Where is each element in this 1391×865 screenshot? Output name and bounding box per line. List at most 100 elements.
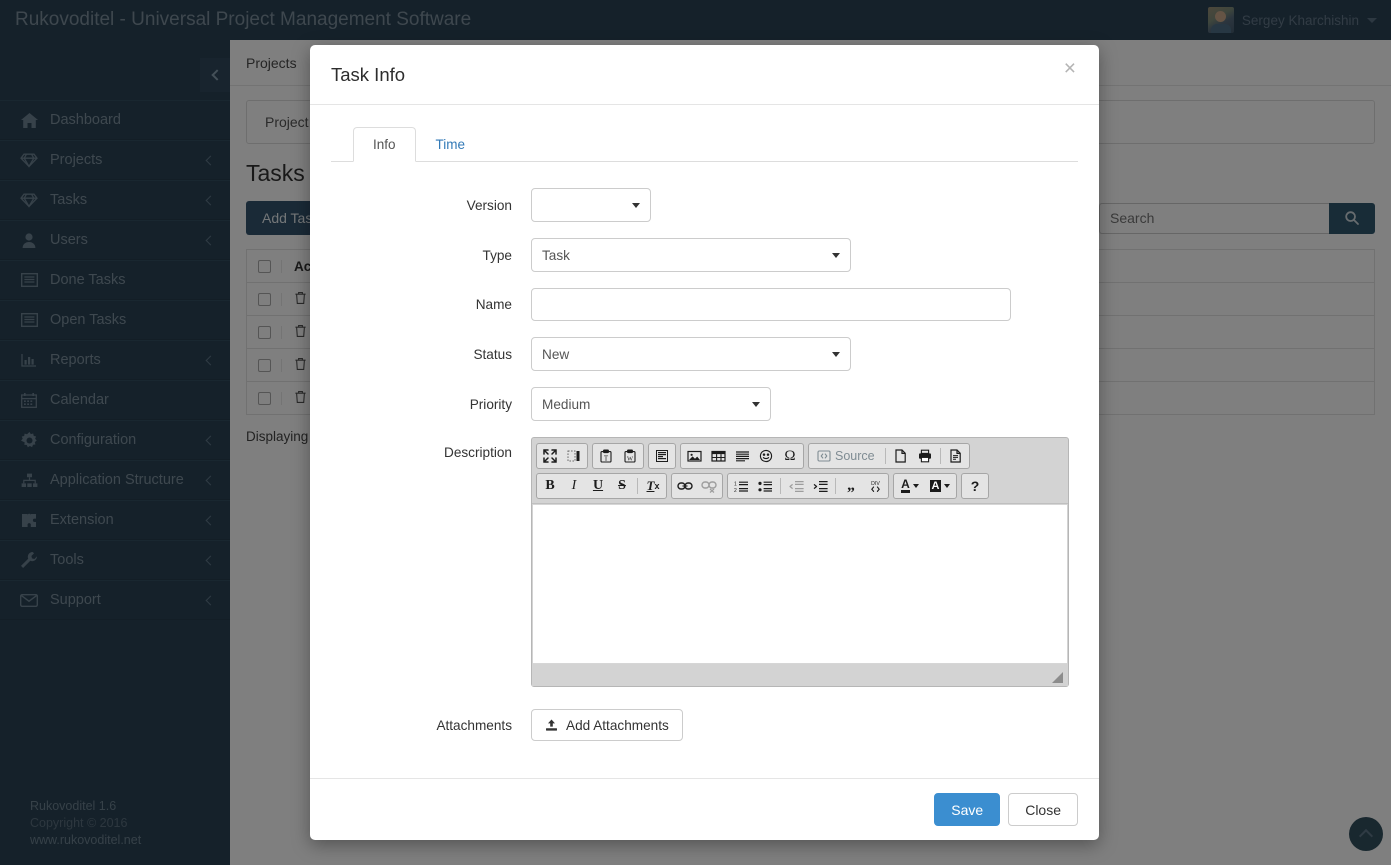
remove-format-icon[interactable]: Tx	[641, 475, 665, 497]
dialog-tabs: InfoTime	[331, 127, 1078, 162]
toolbar-separator	[835, 478, 836, 494]
italic-icon[interactable]: I	[562, 475, 586, 497]
field-row-status: Status New	[331, 337, 1078, 371]
status-label: Status	[331, 347, 531, 362]
new-page-icon[interactable]	[889, 445, 913, 467]
app-root: Rukovoditel - Universal Project Manageme…	[0, 0, 1391, 865]
description-label: Description	[331, 437, 531, 460]
image-icon[interactable]	[682, 445, 706, 467]
status-select[interactable]: New	[531, 337, 851, 371]
upload-icon	[545, 719, 558, 732]
svg-text:DIV: DIV	[871, 481, 880, 487]
resize-handle[interactable]	[1052, 672, 1063, 683]
version-select[interactable]	[531, 188, 651, 222]
indent-icon[interactable]	[808, 475, 832, 497]
toolbar-separator	[885, 448, 886, 464]
templates-icon[interactable]	[650, 445, 674, 467]
editor-footer	[532, 664, 1068, 686]
underline-icon[interactable]: U	[586, 475, 610, 497]
tab-info[interactable]: Info	[353, 127, 416, 162]
field-row-priority: Priority Medium	[331, 387, 1078, 421]
priority-label: Priority	[331, 397, 531, 412]
version-label: Version	[331, 198, 531, 213]
svg-text:1: 1	[734, 481, 737, 487]
toolgroup-document-view	[536, 443, 588, 469]
dialog-body: InfoTime Version Type Task	[310, 105, 1099, 778]
text-color-icon[interactable]: A	[895, 475, 925, 497]
toolbar-separator	[780, 478, 781, 494]
priority-select[interactable]: Medium	[531, 387, 771, 421]
field-row-attachments: Attachments Add Attachments	[331, 709, 1078, 741]
priority-value: Medium	[542, 397, 752, 412]
bold-icon[interactable]: B	[538, 475, 562, 497]
dialog-title: Task Info	[331, 64, 405, 86]
add-attachments-label: Add Attachments	[566, 718, 669, 733]
svg-text:2: 2	[734, 488, 737, 493]
type-label: Type	[331, 248, 531, 263]
create-div-icon[interactable]: DIV	[863, 475, 887, 497]
toolgroup-basicstyles: B I U S Tx	[536, 473, 667, 499]
chevron-down-icon	[632, 203, 640, 208]
toolgroup-links	[671, 473, 723, 499]
bg-color-icon[interactable]: A	[925, 475, 955, 497]
editor-toolbar-row-2: B I U S Tx	[536, 473, 1064, 499]
task-info-dialog: Task Info × InfoTime Version Type	[310, 45, 1099, 840]
attachments-label: Attachments	[331, 718, 531, 733]
unlink-icon[interactable]	[697, 475, 721, 497]
paste-text-icon[interactable]: T	[594, 445, 618, 467]
add-attachments-button[interactable]: Add Attachments	[531, 709, 683, 741]
source-label: Source	[835, 449, 875, 463]
smiley-icon[interactable]	[754, 445, 778, 467]
strikethrough-icon[interactable]: S	[610, 475, 634, 497]
blockquote-icon[interactable]: „	[839, 475, 863, 497]
type-select[interactable]: Task	[531, 238, 851, 272]
toolgroup-templates	[648, 443, 676, 469]
editor-content-area[interactable]	[533, 504, 1067, 664]
toolgroup-insert: Ω	[680, 443, 804, 469]
tab-time[interactable]: Time	[416, 127, 486, 162]
show-blocks-icon[interactable]	[562, 445, 586, 467]
close-icon[interactable]: ×	[1058, 57, 1082, 80]
special-char-icon[interactable]: Ω	[778, 445, 802, 467]
toolgroup-about: ?	[961, 473, 989, 499]
svg-text:T: T	[604, 454, 609, 462]
rich-text-editor: T W	[531, 437, 1069, 687]
chevron-down-icon	[832, 253, 840, 258]
about-icon[interactable]: ?	[963, 475, 987, 497]
editor-toolbar-row-1: T W	[536, 443, 1064, 469]
close-button[interactable]: Close	[1008, 793, 1078, 826]
paste-word-icon[interactable]: W	[618, 445, 642, 467]
toolgroup-colors: A A	[893, 473, 957, 499]
preview-icon[interactable]	[944, 445, 968, 467]
chevron-down-icon	[752, 402, 760, 407]
maximize-icon[interactable]	[538, 445, 562, 467]
name-label: Name	[331, 297, 531, 312]
status-value: New	[542, 347, 832, 362]
bulleted-list-icon[interactable]	[753, 475, 777, 497]
field-row-version: Version	[331, 188, 1078, 222]
outdent-icon[interactable]	[784, 475, 808, 497]
numbered-list-icon[interactable]: 1 2	[729, 475, 753, 497]
field-row-description: Description	[331, 437, 1078, 687]
print-icon[interactable]	[913, 445, 937, 467]
chevron-down-icon	[832, 352, 840, 357]
task-form: Version Type Task	[331, 162, 1078, 741]
horizontal-rule-icon[interactable]	[730, 445, 754, 467]
link-icon[interactable]	[673, 475, 697, 497]
svg-text:W: W	[627, 455, 634, 462]
save-button[interactable]: Save	[934, 793, 1000, 826]
field-row-type: Type Task	[331, 238, 1078, 272]
editor-toolbar: T W	[532, 438, 1068, 504]
toolbar-separator	[637, 478, 638, 494]
toolgroup-mode: Source	[808, 443, 970, 469]
toolgroup-paragraph: 1 2	[727, 473, 889, 499]
toolgroup-clipboard: T W	[592, 443, 644, 469]
dialog-footer: Save Close	[310, 778, 1099, 840]
table-icon[interactable]	[706, 445, 730, 467]
field-row-name: Name	[331, 288, 1078, 321]
dialog-header: Task Info ×	[310, 45, 1099, 105]
source-button[interactable]: Source	[810, 445, 882, 467]
name-input[interactable]	[531, 288, 1011, 321]
type-value: Task	[542, 248, 832, 263]
toolbar-separator	[940, 448, 941, 464]
